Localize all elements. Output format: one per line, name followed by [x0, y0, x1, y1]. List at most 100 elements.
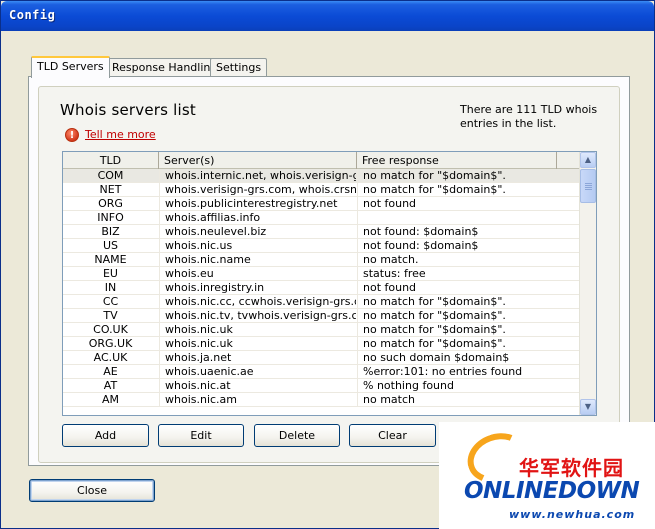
- grip-line: [585, 189, 592, 190]
- cell-servers: whois.verisign-grs.com, whois.crsnic...: [159, 183, 356, 197]
- servers-group: Whois servers list There are 111 TLD who…: [38, 86, 620, 463]
- cell-tld: INFO: [97, 211, 124, 224]
- tell-me-more-link[interactable]: Tell me more: [85, 128, 156, 141]
- cell-free-response: no match for "$domain$".: [357, 183, 579, 197]
- add-button[interactable]: Add: [62, 424, 149, 447]
- table-row[interactable]: IN whois.inregistry.in not found: [63, 281, 580, 295]
- cell-tld: CO.UK: [93, 323, 128, 336]
- table-row[interactable]: TV whois.nic.tv, tvwhois.verisign-grs.com…: [63, 309, 580, 323]
- cell-free-response: no match for "$domain$".: [357, 337, 579, 351]
- cell-tld: EU: [102, 267, 118, 280]
- cell-free-response: not found: [357, 281, 579, 295]
- cell-tld: NET: [99, 183, 122, 196]
- cell-servers: whois.uaenic.ae: [159, 365, 356, 379]
- cell-free-response: not found: [357, 197, 579, 211]
- cell-tld: AM: [101, 393, 119, 406]
- tab-settings[interactable]: Settings: [210, 58, 268, 77]
- onlinedown-watermark-logo: 华军软件园 ONLINEDOWN www.newhua.com: [439, 422, 655, 529]
- cell-free-response: no match for "$domain$".: [357, 295, 579, 309]
- cell-tld: AC.UK: [93, 351, 128, 364]
- cell-tld: COM: [97, 169, 124, 182]
- table-row[interactable]: AC.UK whois.ja.net no such domain $domain$: [63, 351, 580, 365]
- vertical-scrollbar[interactable]: ▲ ▼: [579, 152, 596, 415]
- table-row[interactable]: CO.UK whois.nic.uk no match for "$domain$"…: [63, 323, 580, 337]
- whois-servers-list[interactable]: TLD Server(s) Free response COM whois.int…: [62, 151, 597, 416]
- cell-servers: whois.nic.uk: [159, 337, 356, 351]
- cell-free-response: not found: $domain$: [357, 239, 579, 253]
- cell-free-response: no match.: [357, 253, 579, 267]
- table-row[interactable]: AM whois.nic.am no match: [63, 393, 580, 407]
- grip-line: [585, 185, 592, 186]
- table-row[interactable]: NET whois.verisign-grs.com, whois.crsnic.…: [63, 183, 580, 197]
- cell-servers: whois.nic.at: [159, 379, 356, 393]
- list-rows: COM whois.internic.net, whois.verisign-gr…: [63, 169, 580, 407]
- delete-button[interactable]: Delete: [254, 424, 340, 447]
- cell-free-response: no match: [357, 393, 579, 407]
- cell-tld: CC: [102, 295, 119, 308]
- table-row[interactable]: AE whois.uaenic.ae %error:101: no entries …: [63, 365, 580, 379]
- cell-servers: whois.nic.cc, ccwhois.verisign-grs.com: [159, 295, 356, 309]
- column-header-servers[interactable]: Server(s): [159, 152, 357, 169]
- cell-tld: ORG: [98, 197, 123, 210]
- tab-tld-servers[interactable]: TLD Servers: [31, 56, 110, 78]
- cell-servers: whois.inregistry.in: [159, 281, 356, 295]
- table-row[interactable]: BIZ whois.neulevel.biz not found: $domain$: [63, 225, 580, 239]
- table-row[interactable]: AT whois.nic.at% nothing found: [63, 379, 580, 393]
- edit-button[interactable]: Edit: [158, 424, 244, 447]
- cell-free-response: % nothing found: [357, 379, 579, 393]
- page-title: Whois servers list: [60, 101, 196, 119]
- cell-servers: whois.nic.uk: [159, 323, 356, 337]
- cell-free-response: status: free: [357, 267, 579, 281]
- cell-servers: whois.internic.net, whois.verisign-gr...: [159, 169, 356, 183]
- cell-free-response: no match for "$domain$".: [357, 309, 579, 323]
- cell-tld: IN: [104, 281, 117, 294]
- scroll-thumb[interactable]: [580, 169, 596, 203]
- help-icon[interactable]: !: [65, 128, 79, 142]
- cell-servers: whois.neulevel.biz: [159, 225, 356, 239]
- cell-tld: AE: [103, 365, 118, 378]
- logo-url-text: www.newhua.com: [509, 508, 636, 521]
- cell-free-response: no match for "$domain$".: [357, 169, 579, 183]
- table-row[interactable]: INFO whois.affilias.info: [63, 211, 580, 225]
- title-bar[interactable]: Config: [1, 1, 654, 31]
- logo-main-text: ONLINEDOWN: [464, 478, 640, 504]
- cell-servers: whois.affilias.info: [159, 211, 356, 225]
- scroll-up-icon[interactable]: ▲: [580, 152, 596, 168]
- cell-servers: whois.eu: [159, 267, 356, 281]
- column-header-tld[interactable]: TLD: [63, 152, 159, 169]
- close-button[interactable]: Close: [29, 479, 155, 502]
- cell-servers: whois.nic.name: [159, 253, 356, 267]
- grip-line: [585, 187, 592, 188]
- cell-servers: whois.nic.am: [159, 393, 356, 407]
- table-row[interactable]: ORG whois.publicinterestregistry.net not f…: [63, 197, 580, 211]
- entry-count-text: There are 111 TLD whois entries in the l…: [460, 103, 598, 130]
- tab-panel: Whois servers list There are 111 TLD who…: [28, 76, 630, 466]
- cell-tld: TV: [103, 309, 118, 322]
- tab-response-handling[interactable]: Response Handling: [106, 58, 224, 77]
- table-row[interactable]: ORG.UK whois.nic.uk no match for "$domain$…: [63, 337, 580, 351]
- table-row[interactable]: COM whois.internic.net, whois.verisign-gr…: [63, 169, 580, 183]
- table-row[interactable]: US whois.nic.us not found: $domain$: [63, 239, 580, 253]
- logo-chinese-text: 华军软件园: [519, 456, 624, 480]
- clear-button[interactable]: Clear: [349, 424, 436, 447]
- cell-free-response: [357, 211, 579, 225]
- table-row[interactable]: CC whois.nic.cc, ccwhois.verisign-grs.com…: [63, 295, 580, 309]
- cell-servers: whois.publicinterestregistry.net: [159, 197, 356, 211]
- cell-free-response: no match for "$domain$".: [357, 323, 579, 337]
- cell-free-response: %error:101: no entries found: [357, 365, 579, 379]
- cell-tld: US: [102, 239, 119, 252]
- tab-label: Response Handling: [112, 61, 218, 74]
- window-title: Config: [9, 8, 56, 22]
- table-row[interactable]: EU whois.eu status: free: [63, 267, 580, 281]
- column-header-free-response[interactable]: Free response: [357, 152, 557, 169]
- cell-servers: whois.nic.us: [159, 239, 356, 253]
- cell-servers: whois.nic.tv, tvwhois.verisign-grs.com: [159, 309, 356, 323]
- cell-tld: ORG.UK: [88, 337, 133, 350]
- table-row[interactable]: NAME whois.nic.name no match.: [63, 253, 580, 267]
- scroll-down-icon[interactable]: ▼: [580, 399, 596, 415]
- cell-free-response: not found: $domain$: [357, 225, 579, 239]
- config-window: Config TLD Servers Response Handling Set…: [0, 0, 655, 529]
- cell-tld: NAME: [94, 253, 127, 266]
- tab-label: Settings: [216, 61, 262, 74]
- cell-tld: BIZ: [101, 225, 120, 238]
